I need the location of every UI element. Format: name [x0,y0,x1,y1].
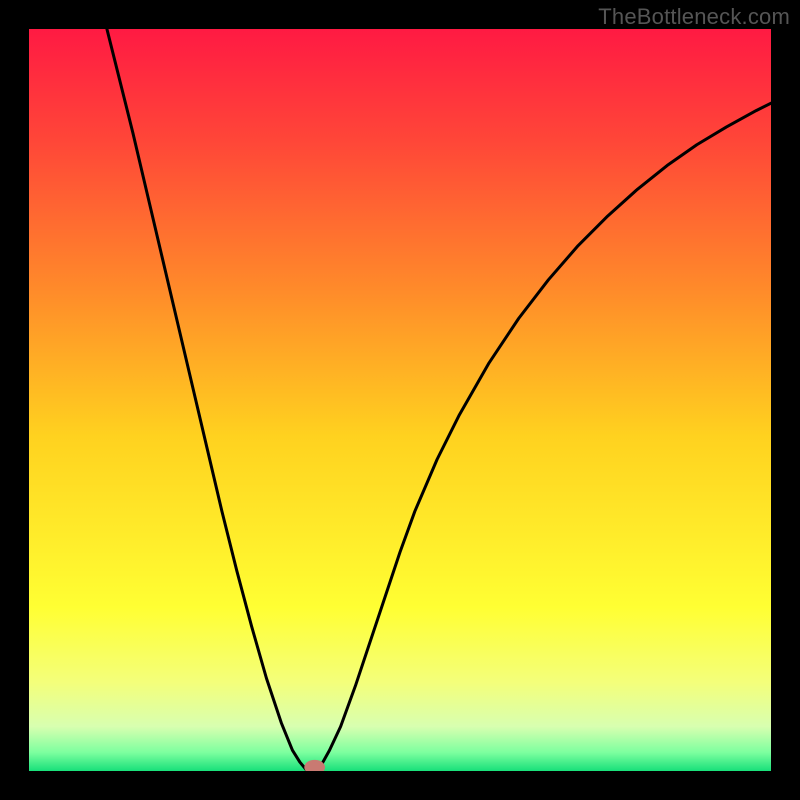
chart-frame: TheBottleneck.com [0,0,800,800]
plot-area [29,29,771,771]
watermark-text: TheBottleneck.com [598,4,790,30]
chart-svg [29,29,771,771]
chart-background [29,29,771,771]
